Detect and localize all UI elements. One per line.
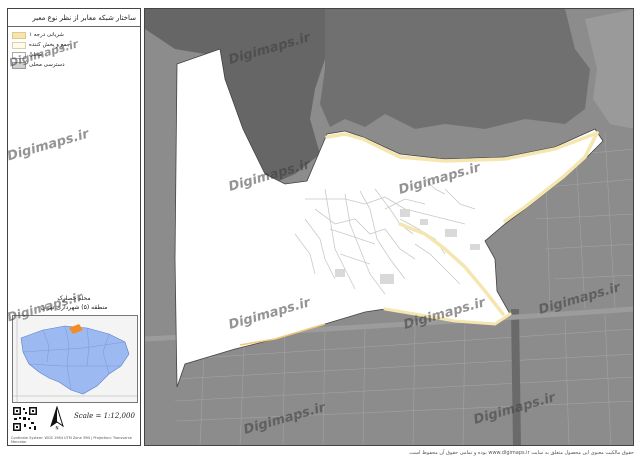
qr-code-icon — [12, 406, 38, 432]
main-map: Digimaps.ir Digimaps.ir Digimaps.ir Digi… — [144, 8, 634, 446]
north-label: N — [56, 426, 59, 431]
map-title: ساختار شبکه معابر از نظر نوع معبر — [8, 9, 140, 27]
northern-hills-east — [320, 9, 590, 129]
copyright-footer: حقوق مالکیت معنوی این محصول متعلق به سای… — [408, 450, 634, 456]
legend-label: شریانی درجه ۱ — [29, 32, 64, 38]
legend-panel: ساختار شبکه معابر از نظر نوع معبر شریانی… — [7, 8, 141, 446]
main-map-svg: Digimaps.ir Digimaps.ir Digimaps.ir Digi… — [145, 9, 633, 445]
locator-map — [12, 315, 138, 403]
collector-road-swatch — [12, 41, 26, 49]
north-arrow-icon: N — [50, 406, 64, 431]
arterial-road-swatch — [12, 31, 26, 39]
scale-label: Scale = 1:12,000 — [74, 412, 135, 420]
projection-note: Cordinate System: WGS 1984 UTM Zone 39N … — [11, 436, 132, 444]
locator-map-svg — [13, 316, 137, 402]
map-sheet: ساختار شبکه معابر از نظر نوع معبر شریانی… — [0, 0, 643, 461]
